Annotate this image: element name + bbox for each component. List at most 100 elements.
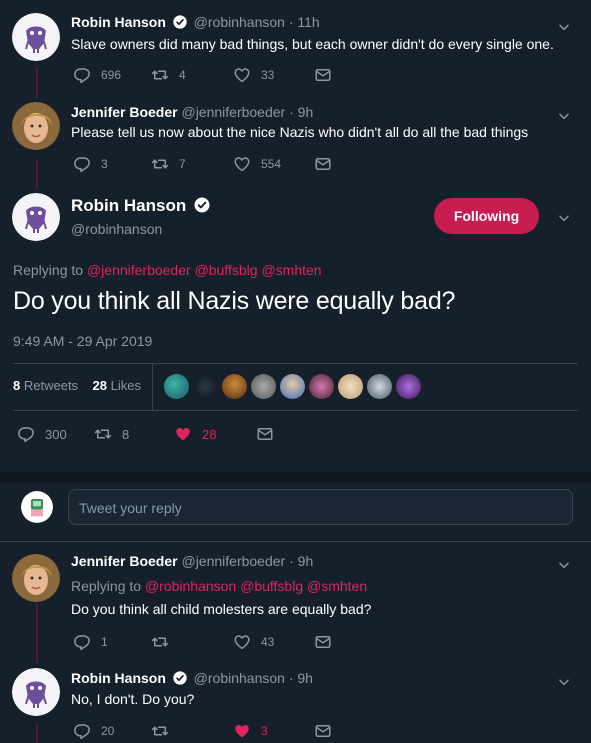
mention-link[interactable]: @smhten [261, 262, 321, 278]
heart-icon [233, 633, 251, 651]
verified-icon [172, 670, 188, 686]
like-button[interactable]: 3 [233, 721, 268, 741]
like-button[interactable]: 28 [174, 424, 216, 444]
user-handle[interactable]: @jenniferboeder [181, 104, 285, 120]
like-button[interactable]: 43 [233, 632, 274, 652]
retweet-button[interactable]: 8 [94, 424, 129, 444]
dm-button[interactable] [314, 721, 332, 741]
retweet-icon [151, 722, 169, 740]
tweet-text: Do you think all child molesters are equ… [71, 601, 372, 617]
heart-icon [174, 425, 192, 443]
mention-link[interactable]: @buffsblg [195, 262, 258, 278]
reply-count: 3 [101, 157, 108, 171]
tweet-header: Robin Hanson @robinhanson · 11h [71, 14, 320, 30]
dm-button[interactable] [314, 154, 332, 174]
main-name[interactable]: Robin Hanson [71, 196, 186, 215]
liker-avatar[interactable] [193, 374, 218, 399]
retweet-button[interactable] [151, 721, 179, 741]
like-count: 28 [202, 426, 217, 442]
retweet-count: 8 [122, 426, 130, 442]
reply-button[interactable]: 300 [17, 424, 67, 444]
chevron-down-icon[interactable] [557, 675, 571, 689]
liker-avatar[interactable] [309, 374, 334, 399]
following-button[interactable]: Following [434, 198, 539, 234]
like-button[interactable]: 554 [233, 154, 281, 174]
like-button[interactable]: 33 [233, 65, 274, 85]
retweets-stat[interactable]: 8 Retweets [13, 378, 78, 393]
dm-button[interactable] [314, 65, 332, 85]
liker-avatar[interactable] [222, 374, 247, 399]
reply-button[interactable]: 1 [73, 632, 108, 652]
user-handle[interactable]: @robinhanson [194, 670, 285, 686]
avatar[interactable] [12, 554, 60, 602]
liker-avatar[interactable] [164, 374, 189, 399]
verified-icon [172, 14, 188, 30]
user-handle[interactable]: @jenniferboeder [181, 553, 285, 569]
avatar[interactable] [12, 193, 60, 241]
liker-avatar[interactable] [251, 374, 276, 399]
reply-icon [17, 425, 35, 443]
tweet-text: Please tell us now about the nice Nazis … [71, 124, 529, 140]
likes-stat[interactable]: 28 Likes [93, 378, 141, 393]
chevron-down-icon[interactable] [557, 211, 571, 225]
chevron-down-icon[interactable] [557, 20, 571, 34]
reply-input[interactable]: Tweet your reply [68, 489, 573, 525]
divider [0, 541, 591, 542]
tweet-time[interactable]: · 9h [289, 553, 313, 569]
replying-prefix: Replying to [71, 578, 142, 594]
reply-icon [73, 722, 91, 740]
tweet-timestamp[interactable]: 9:49 AM - 29 Apr 2019 [13, 333, 152, 349]
like-count: 3 [261, 724, 268, 738]
display-name[interactable]: Robin Hanson [71, 196, 213, 216]
mention-link[interactable]: @smhten [307, 578, 367, 594]
mention-link[interactable]: @buffsblg [240, 578, 303, 594]
liker-avatar[interactable] [338, 374, 363, 399]
divider [13, 363, 578, 364]
liker-avatar[interactable] [280, 374, 305, 399]
retweet-button[interactable]: 7 [151, 154, 186, 174]
chevron-down-icon[interactable] [557, 558, 571, 572]
tweet-header: Robin Hanson @robinhanson · 9h [71, 670, 313, 686]
like-count: 554 [261, 157, 282, 171]
retweet-count: 7 [179, 157, 186, 171]
tweet-time[interactable]: · 9h [289, 670, 313, 686]
mention-link[interactable]: @jenniferboeder [87, 262, 191, 278]
reply-icon [73, 633, 91, 651]
reply-count: 300 [45, 426, 67, 442]
reply-count: 696 [101, 68, 122, 82]
verified-icon [193, 196, 211, 214]
my-avatar[interactable] [21, 491, 53, 523]
user-handle[interactable]: @robinhanson [71, 221, 162, 237]
reply-count: 1 [101, 635, 108, 649]
reply-count: 20 [101, 724, 115, 738]
reply-button[interactable]: 20 [73, 721, 114, 741]
tweet-time[interactable]: · 9h [289, 104, 313, 120]
reply-icon [73, 66, 91, 84]
retweet-count: 4 [179, 68, 186, 82]
display-name[interactable]: Jennifer Boeder [71, 553, 178, 569]
avatar[interactable] [12, 668, 60, 716]
reply-button[interactable]: 3 [73, 154, 108, 174]
mention-link[interactable]: @robinhanson [145, 578, 236, 594]
display-name[interactable]: Robin Hanson [71, 14, 166, 30]
replying-to: Replying to @robinhanson @buffsblg @smht… [71, 578, 367, 594]
dm-button[interactable] [314, 632, 332, 652]
chevron-down-icon[interactable] [557, 109, 571, 123]
display-name[interactable]: Robin Hanson [71, 670, 166, 686]
dm-button[interactable] [256, 424, 274, 444]
like-count: 43 [261, 635, 275, 649]
user-handle[interactable]: @robinhanson [194, 14, 285, 30]
tweet-time[interactable]: · 11h [289, 14, 320, 30]
avatar[interactable] [12, 13, 60, 61]
avatar[interactable] [12, 102, 60, 150]
display-name[interactable]: Jennifer Boeder [71, 104, 178, 120]
retweet-button[interactable]: 4 [151, 65, 186, 85]
reply-button[interactable]: 696 [73, 65, 121, 85]
retweet-button[interactable] [151, 632, 179, 652]
retweet-icon [94, 425, 112, 443]
tweet-actions: 1 43 [71, 632, 351, 652]
liker-avatar[interactable] [396, 374, 421, 399]
liker-avatar[interactable] [367, 374, 392, 399]
main-tweet-text: Do you think all Nazis were equally bad? [13, 287, 456, 315]
thread-connector [36, 723, 38, 743]
